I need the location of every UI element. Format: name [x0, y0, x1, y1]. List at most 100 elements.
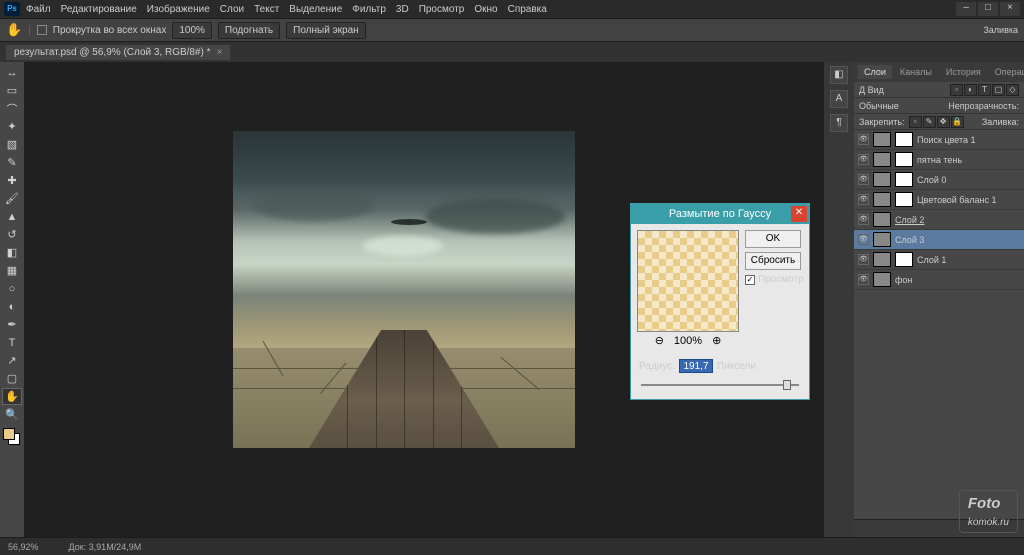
tab-actions[interactable]: Операции: [989, 65, 1024, 79]
layer-thumb: [873, 272, 891, 287]
menu-help[interactable]: Справка: [508, 4, 547, 15]
dialog-titlebar[interactable]: Размытие по Гауссу ✕: [631, 204, 809, 224]
menu-select[interactable]: Выделение: [289, 4, 342, 15]
zoom-out-icon[interactable]: ⊖: [655, 334, 664, 347]
tab-history[interactable]: История: [940, 65, 987, 79]
visibility-icon[interactable]: 👁: [858, 214, 869, 225]
brush-tool[interactable]: 🖌: [2, 190, 22, 207]
layer-row[interactable]: 👁Слой 3: [854, 230, 1024, 250]
zoom-tool[interactable]: 🔍: [2, 406, 22, 423]
char-panel-icon[interactable]: A: [830, 90, 848, 108]
layer-thumb: [873, 172, 891, 187]
tab-layers[interactable]: Слои: [858, 65, 892, 79]
menu-edit[interactable]: Редактирование: [61, 4, 137, 15]
reset-button[interactable]: Сбросить: [745, 252, 801, 270]
eraser-tool[interactable]: ◧: [2, 244, 22, 261]
menu-image[interactable]: Изображение: [147, 4, 210, 15]
stamp-tool[interactable]: ▲: [2, 208, 22, 225]
layer-row[interactable]: 👁Слой 0: [854, 170, 1024, 190]
menu-3d[interactable]: 3D: [396, 4, 409, 15]
zoom-level[interactable]: 56,92%: [8, 542, 39, 552]
blend-mode[interactable]: Обычные: [859, 101, 899, 111]
dodge-tool[interactable]: ◐: [2, 298, 22, 315]
layer-row[interactable]: 👁пятна тень: [854, 150, 1024, 170]
lasso-tool[interactable]: ⌒: [2, 100, 22, 117]
preview-zoom: 100%: [674, 335, 702, 347]
layer-mask: [895, 152, 913, 167]
layer-thumb: [873, 232, 891, 247]
layer-row[interactable]: 👁 Поиск цвета 1: [854, 130, 1024, 150]
maximize-button[interactable]: □: [978, 2, 998, 16]
hand-tool-icon: ✋: [6, 22, 22, 38]
menu-file[interactable]: Файл: [26, 4, 51, 15]
fullscreen-button[interactable]: Полный экран: [286, 22, 366, 39]
layer-mask: [895, 132, 913, 147]
layer-name: Цветовой баланс 1: [917, 195, 996, 205]
menu-filter[interactable]: Фильтр: [352, 4, 386, 15]
eyedropper-tool[interactable]: ✎: [2, 154, 22, 171]
layer-thumb: [873, 192, 891, 207]
fit-button[interactable]: Подогнать: [218, 22, 280, 39]
hand-tool[interactable]: ✋: [2, 388, 22, 405]
layer-row[interactable]: 👁 фон: [854, 270, 1024, 290]
window-controls: – □ ×: [956, 2, 1020, 16]
path-tool[interactable]: ↗: [2, 352, 22, 369]
menu-view[interactable]: Просмотр: [419, 4, 465, 15]
layer-thumb: [873, 212, 891, 227]
wand-tool[interactable]: ✦: [2, 118, 22, 135]
layer-name: Слой 2: [895, 215, 924, 225]
layer-row[interactable]: 👁 Слой 2: [854, 210, 1024, 230]
pen-tool[interactable]: ✒: [2, 316, 22, 333]
gradient-tool[interactable]: ▦: [2, 262, 22, 279]
document-tabs: результат.psd @ 56,9% (Слой 3, RGB/8#) *…: [0, 42, 1024, 62]
history-brush-tool[interactable]: ↺: [2, 226, 22, 243]
close-button[interactable]: ×: [1000, 2, 1020, 16]
kind-label: Д Вид: [859, 85, 884, 95]
menu-layers[interactable]: Слои: [220, 4, 244, 15]
preview-checkbox[interactable]: ✓Просмотр: [745, 274, 804, 285]
visibility-icon[interactable]: 👁: [858, 254, 869, 265]
zoom-in-icon[interactable]: ⊕: [712, 334, 721, 347]
layer-row[interactable]: 👁 Цветовой баланс 1: [854, 190, 1024, 210]
visibility-icon[interactable]: 👁: [858, 194, 869, 205]
type-tool[interactable]: T: [2, 334, 22, 351]
shape-tool[interactable]: ▢: [2, 370, 22, 387]
color-swatches[interactable]: [3, 428, 21, 446]
layer-mask: [895, 252, 913, 267]
radius-slider[interactable]: [641, 379, 799, 391]
crop-tool[interactable]: ▧: [2, 136, 22, 153]
collapsed-panels: ◧ A ¶: [824, 62, 854, 537]
move-tool[interactable]: ↔: [2, 64, 22, 81]
visibility-icon[interactable]: 👁: [858, 274, 869, 285]
menu-window[interactable]: Окно: [474, 4, 497, 15]
main-menu: Файл Редактирование Изображение Слои Тек…: [26, 4, 547, 15]
radius-input[interactable]: [679, 359, 713, 373]
lock-label: Закрепить:: [859, 117, 905, 127]
ok-button[interactable]: OK: [745, 230, 801, 248]
tab-channels[interactable]: Каналы: [894, 65, 938, 79]
close-tab-icon[interactable]: ×: [217, 47, 223, 58]
layer-name: Поиск цвета 1: [917, 135, 976, 145]
blur-tool[interactable]: ○: [2, 280, 22, 297]
layer-name: фон: [895, 275, 912, 285]
para-panel-icon[interactable]: ¶: [830, 114, 848, 132]
minimize-button[interactable]: –: [956, 2, 976, 16]
menu-text[interactable]: Текст: [254, 4, 279, 15]
marquee-tool[interactable]: ▭: [2, 82, 22, 99]
heal-tool[interactable]: ✚: [2, 172, 22, 189]
visibility-icon[interactable]: 👁: [858, 134, 869, 145]
layer-thumb: [873, 252, 891, 267]
visibility-icon[interactable]: 👁: [858, 174, 869, 185]
dialog-close-button[interactable]: ✕: [791, 206, 807, 222]
fill-label: Заливка: [983, 25, 1018, 35]
zoom-100-button[interactable]: 100%: [172, 22, 212, 39]
visibility-icon[interactable]: 👁: [858, 154, 869, 165]
menu-bar: Ps Файл Редактирование Изображение Слои …: [0, 0, 1024, 18]
scroll-all-check[interactable]: [37, 25, 47, 35]
document-tab[interactable]: результат.psd @ 56,9% (Слой 3, RGB/8#) *…: [6, 45, 230, 60]
color-panel-icon[interactable]: ◧: [830, 66, 848, 84]
layer-row[interactable]: 👁 Слой 1: [854, 250, 1024, 270]
visibility-icon[interactable]: 👁: [858, 234, 869, 245]
layer-name: Слой 1: [917, 255, 946, 265]
blur-preview[interactable]: [637, 230, 739, 332]
